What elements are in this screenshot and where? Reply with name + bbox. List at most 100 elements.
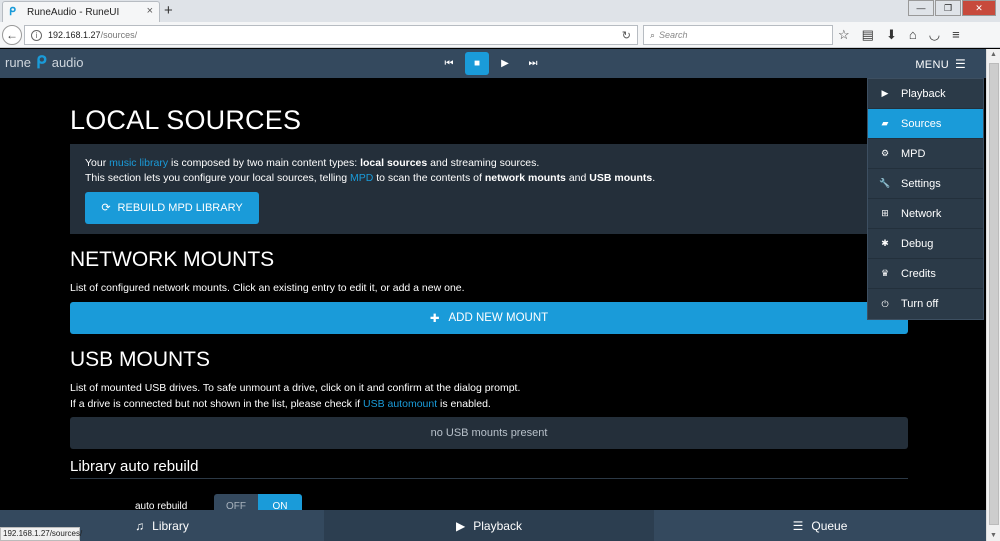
menu-item-label: MPD	[901, 147, 926, 160]
menu-item-turn-off[interactable]: ⏻ Turn off	[868, 289, 983, 319]
menu-item-label: Settings	[901, 177, 941, 190]
power-icon: ⏻	[881, 298, 889, 309]
home-icon[interactable]: ⌂	[909, 27, 917, 43]
hamburger-icon: ☰	[954, 57, 966, 71]
menu-hamburger-icon[interactable]: ≡	[952, 27, 960, 43]
rebuild-label: REBUILD MPD LIBRARY	[117, 201, 243, 214]
usb-automount-link[interactable]: USB automount	[363, 398, 437, 410]
info-line-1: Your music library is composed by two ma…	[85, 156, 893, 171]
info-text: and streaming sources.	[427, 157, 540, 169]
bottom-tab-queue[interactable]: ☰ Queue	[654, 510, 986, 541]
trophy-icon: ♛	[880, 268, 890, 278]
menu-item-network[interactable]: ⊞ Network	[868, 199, 983, 229]
wrench-icon: 🔧	[879, 178, 891, 188]
scroll-thumb[interactable]	[989, 63, 999, 525]
bottom-nav-bar: ♫ Library ▶ Playback ☰ Queue	[0, 510, 986, 541]
reading-list-icon[interactable]: ▤	[862, 27, 874, 43]
menu-item-playback[interactable]: ▶ Playback	[868, 79, 983, 109]
sources-info-box: Your music library is composed by two ma…	[70, 144, 908, 234]
url-bar[interactable]: i 192.168.1.27/sources/ ↻	[24, 25, 638, 45]
main-menu-dropdown: ▶ Playback ▰ Sources ⚙ MPD 🔧 Settings ⊞ Netwo…	[867, 78, 984, 320]
tab-close-icon[interactable]: ×	[147, 5, 153, 17]
add-new-mount-button[interactable]: ✚ ADD NEW MOUNT	[70, 302, 908, 334]
info-text: to scan the contents of	[373, 172, 485, 184]
play-icon: ▶	[881, 88, 889, 98]
music-library-link[interactable]: music library	[109, 157, 168, 169]
reload-icon[interactable]: ↻	[622, 29, 631, 42]
usb-mounts-description: List of mounted USB drives. To safe unmo…	[70, 380, 520, 412]
bottom-tab-label: Playback	[473, 518, 522, 533]
info-text: This section lets you configure your loc…	[85, 172, 350, 184]
rebuild-mpd-library-button[interactable]: ⟳ REBUILD MPD LIBRARY	[85, 192, 259, 224]
bug-icon: ✱	[881, 238, 889, 248]
menu-label: MENU	[915, 59, 949, 71]
menu-item-sources[interactable]: ▰ Sources	[868, 109, 983, 139]
menu-item-label: Credits	[901, 267, 936, 280]
mpd-link[interactable]: MPD	[350, 172, 373, 184]
browser-navbar: ← i 192.168.1.27/sources/ ↻ ⌕ Search ☆ ▤…	[0, 22, 1000, 48]
page-title: LOCAL SOURCES	[70, 105, 302, 135]
library-auto-rebuild-title: Library auto rebuild	[70, 458, 199, 475]
browser-tabbar: ᑭ RuneAudio - RuneUI × + — ❐ ✕	[0, 0, 1000, 22]
network-mounts-description: List of configured network mounts. Click…	[70, 282, 465, 294]
music-note-icon: ♫	[135, 518, 145, 533]
info-bold: network mounts	[484, 172, 566, 184]
refresh-icon: ⟳	[101, 201, 111, 214]
maximize-icon[interactable]: ❐	[935, 0, 961, 16]
info-text: .	[652, 172, 656, 184]
browser-status-url: 192.168.1.27/sources/	[0, 527, 82, 541]
folder-open-icon: ▰	[881, 118, 889, 128]
tab-title: RuneAudio - RuneUI	[27, 6, 120, 18]
info-bold: local sources	[360, 157, 428, 169]
menu-item-debug[interactable]: ✱ Debug	[868, 229, 983, 259]
bookmark-star-icon[interactable]: ☆	[838, 27, 850, 43]
usb-desc-line-2: If a drive is connected but not shown in…	[70, 396, 520, 412]
menu-item-label: Playback	[901, 87, 946, 100]
add-mount-label: ADD NEW MOUNT	[448, 312, 549, 324]
browser-toolbar: ☆ ▤ ⬇ ⌂ ◡ ≡	[838, 27, 960, 43]
info-text: is composed by two main content types:	[168, 157, 361, 169]
logo-mark-icon: ᑭ	[36, 52, 47, 72]
app-header: rune ᑭ audio ⏮ ■ ▶ ⏭ MENU ☰	[0, 49, 986, 78]
scroll-up-icon[interactable]: ▲	[990, 51, 997, 58]
info-text: and	[565, 172, 590, 184]
pocket-icon[interactable]: ◡	[929, 27, 940, 43]
search-placeholder: Search	[659, 30, 688, 40]
menu-item-settings[interactable]: 🔧 Settings	[868, 169, 983, 199]
info-text: Your	[85, 157, 110, 169]
site-info-icon[interactable]: i	[31, 29, 42, 41]
url-host: 192.168.1.27	[48, 30, 101, 40]
previous-icon[interactable]: ⏮	[437, 52, 461, 75]
plus-icon: ✚	[429, 313, 440, 325]
menu-item-label: Sources	[901, 117, 942, 130]
new-tab-button[interactable]: +	[164, 2, 173, 19]
next-icon[interactable]: ⏭	[521, 52, 545, 75]
back-arrow-icon[interactable]: ←	[2, 25, 22, 45]
stop-button[interactable]: ■	[465, 52, 489, 75]
page-scrollbar[interactable]: ▲ ▼	[986, 49, 1000, 541]
play-icon: ▶	[456, 518, 466, 533]
browser-tab[interactable]: ᑭ RuneAudio - RuneUI ×	[2, 1, 160, 22]
menu-toggle-button[interactable]: MENU ☰	[915, 57, 966, 71]
download-icon[interactable]: ⬇	[886, 27, 897, 43]
divider	[70, 478, 908, 479]
menu-item-credits[interactable]: ♛ Credits	[868, 259, 983, 289]
usb-mounts-empty-state: no USB mounts present	[70, 417, 908, 449]
search-input[interactable]: ⌕ Search	[643, 25, 833, 45]
minimize-icon[interactable]: —	[908, 0, 934, 16]
usb-desc-line-1: List of mounted USB drives. To safe unmo…	[70, 382, 521, 394]
cogs-icon: ⚙	[880, 148, 890, 158]
scroll-down-icon[interactable]: ▼	[990, 532, 997, 539]
play-icon[interactable]: ▶	[493, 52, 517, 75]
menu-item-label: Network	[901, 207, 942, 220]
usb-desc-text: If a drive is connected but not shown in…	[70, 398, 363, 410]
window-controls: — ❐ ✕	[908, 0, 996, 16]
bottom-tab-playback[interactable]: ▶ Playback	[324, 510, 654, 541]
url-path: /sources/	[100, 30, 138, 40]
runeaudio-logo[interactable]: rune ᑭ audio	[5, 52, 84, 72]
window-close-icon[interactable]: ✕	[962, 0, 996, 16]
sitemap-icon: ⊞	[881, 208, 889, 218]
network-mounts-title: NETWORK MOUNTS	[70, 248, 275, 271]
usb-desc-text: is enabled.	[437, 398, 491, 410]
menu-item-mpd[interactable]: ⚙ MPD	[868, 139, 983, 169]
